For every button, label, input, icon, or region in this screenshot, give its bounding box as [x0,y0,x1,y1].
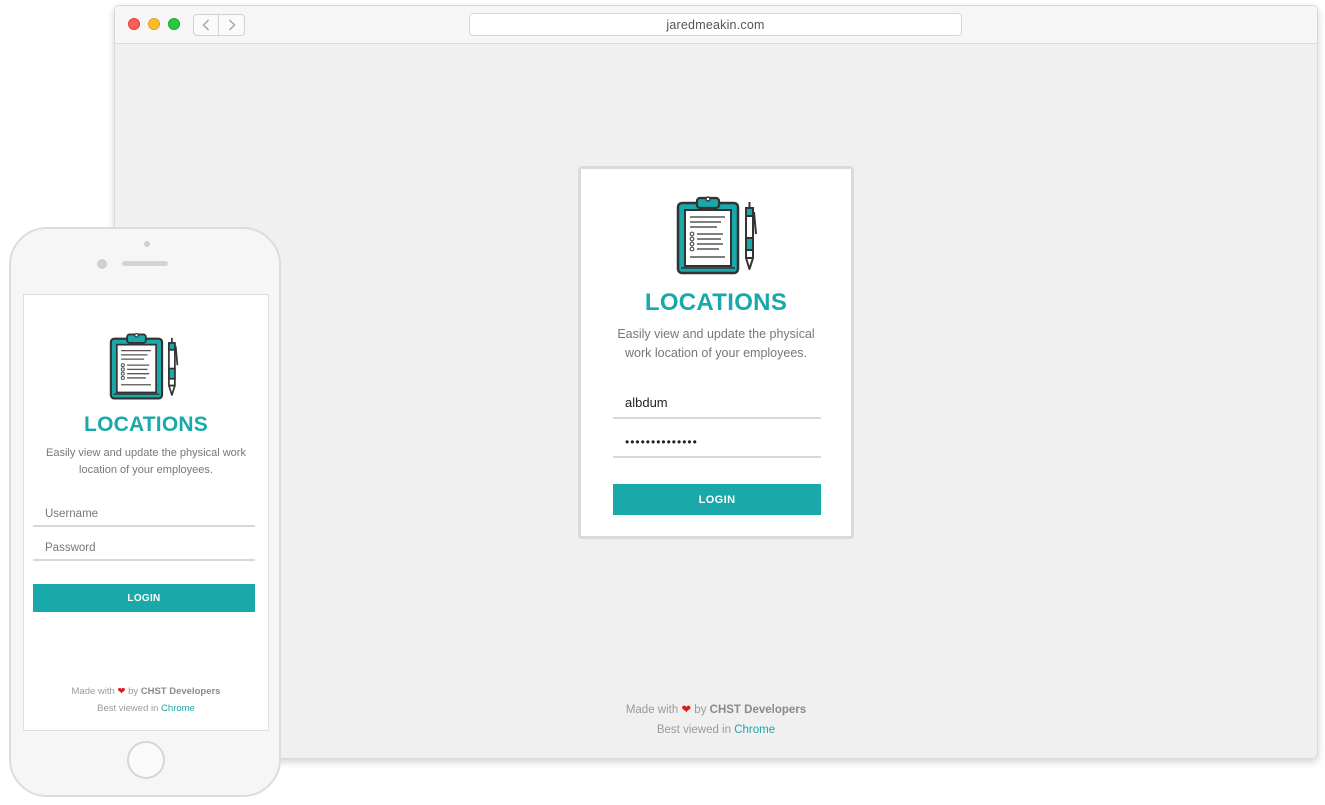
address-bar[interactable]: jaredmeakin.com [469,13,962,36]
login-card: LOCATIONS Easily view and update the phy… [578,166,854,539]
phone-camera [97,259,107,269]
chrome-link[interactable]: Chrome [734,724,775,736]
by-text: by [694,704,707,716]
chevron-right-icon [228,19,235,31]
back-button[interactable] [193,14,219,36]
made-with-line: Made with ❤ by CHST Developers [24,683,268,700]
app-description: Easily view and update the physical work… [46,447,246,476]
home-button[interactable] [127,741,165,779]
chrome-link[interactable]: Chrome [161,703,195,714]
password-input[interactable]: •••••••••••••• [613,426,821,458]
phone-sensor [144,241,150,247]
heart-icon: ❤ [117,686,126,697]
heart-icon: ❤ [681,704,692,716]
by-text: by [128,686,139,697]
best-viewed-text: Best viewed in [97,703,159,714]
browser-titlebar: jaredmeakin.com [115,6,1317,44]
author-name: CHST Developers [709,704,807,716]
forward-button[interactable] [219,14,245,36]
made-with-text: Made with [71,686,115,697]
username-input[interactable]: Username [33,501,255,527]
maximize-window-icon[interactable] [168,18,180,30]
best-viewed-text: Best viewed in [656,724,732,736]
username-input[interactable]: albdum [613,387,821,419]
phone-screen: LOCATIONS Easily view and update the phy… [23,294,269,731]
made-with-text: Made with [625,704,679,716]
best-viewed-line: Best viewed in Chrome [115,720,1317,740]
page-footer: Made with ❤ by CHST Developers Best view… [24,683,268,717]
app-title: LOCATIONS [84,413,208,436]
password-input[interactable]: Password [33,535,255,561]
phone-mockup: LOCATIONS Easily view and update the phy… [9,227,281,797]
made-with-line: Made with ❤ by CHST Developers [115,700,1317,720]
clipboard-pen-icon [109,332,179,400]
app-title: LOCATIONS [644,289,788,316]
close-window-icon[interactable] [128,18,140,30]
author-name: CHST Developers [140,686,221,697]
page-footer: Made with ❤ by CHST Developers Best view… [115,700,1317,740]
best-viewed-line: Best viewed in Chrome [24,700,268,717]
chevron-left-icon [202,19,209,31]
phone-speaker [122,261,168,266]
clipboard-pen-icon [676,196,757,275]
minimize-window-icon[interactable] [148,18,160,30]
login-button[interactable]: LOGIN [33,584,255,612]
browser-window: jaredmeakin.com LOCATIONS Easily view an… [114,5,1318,759]
app-description: Easily view and update the physical work… [617,327,815,360]
login-button[interactable]: LOGIN [613,484,821,515]
